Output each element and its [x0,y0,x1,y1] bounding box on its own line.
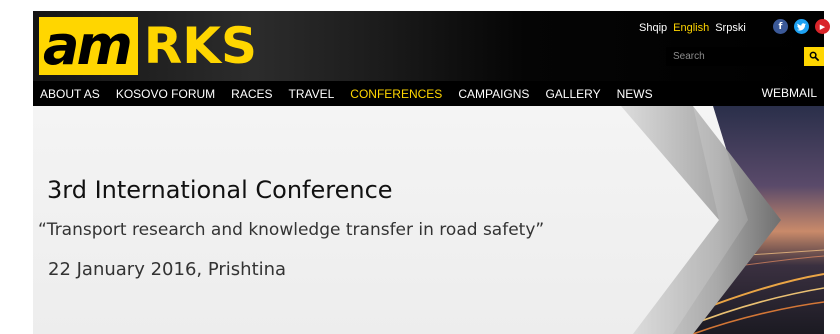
lang-shqip[interactable]: Shqip [639,22,667,34]
youtube-icon[interactable]: ▶ [815,19,830,34]
search-icon [809,51,819,62]
search-box [666,47,824,66]
nav-campaigns[interactable]: CAMPAIGNS [458,87,529,101]
main-nav: ABOUT AS KOSOVO FORUM RACES TRAVEL CONFE… [33,81,824,106]
nav-news[interactable]: NEWS [617,87,653,101]
lang-srpski[interactable]: Srpski [715,22,746,34]
conference-title: 3rd International Conference [47,176,393,204]
nav-webmail[interactable]: WEBMAIL [762,81,817,106]
hero-banner: 3rd International Conference “Transport … [33,106,824,334]
logo-rks: RKS [143,17,257,75]
nav-races[interactable]: RACES [231,87,272,101]
language-switcher: Shqip English Srpski [639,22,746,34]
twitter-icon[interactable] [794,19,809,34]
facebook-icon[interactable]: f [773,19,788,34]
nav-about-as[interactable]: ABOUT AS [40,87,100,101]
site-header: am RKS Shqip English Srpski f ▶ [33,11,830,81]
logo-am: am [39,17,138,75]
nav-travel[interactable]: TRAVEL [289,87,335,101]
logo[interactable]: am RKS [39,17,257,75]
search-button[interactable] [804,47,824,66]
site: am RKS Shqip English Srpski f ▶ Search A… [33,11,830,334]
conference-subtitle: “Transport research and knowledge transf… [38,220,545,240]
search-input[interactable] [666,47,804,66]
nav-kosovo-forum[interactable]: KOSOVO FORUM [116,87,215,101]
lang-english[interactable]: English [673,22,709,34]
social-links: f ▶ [773,19,830,34]
conference-date: 22 January 2016, Prishtina [48,259,287,280]
nav-gallery[interactable]: GALLERY [545,87,600,101]
nav-conferences[interactable]: CONFERENCES [350,87,442,101]
